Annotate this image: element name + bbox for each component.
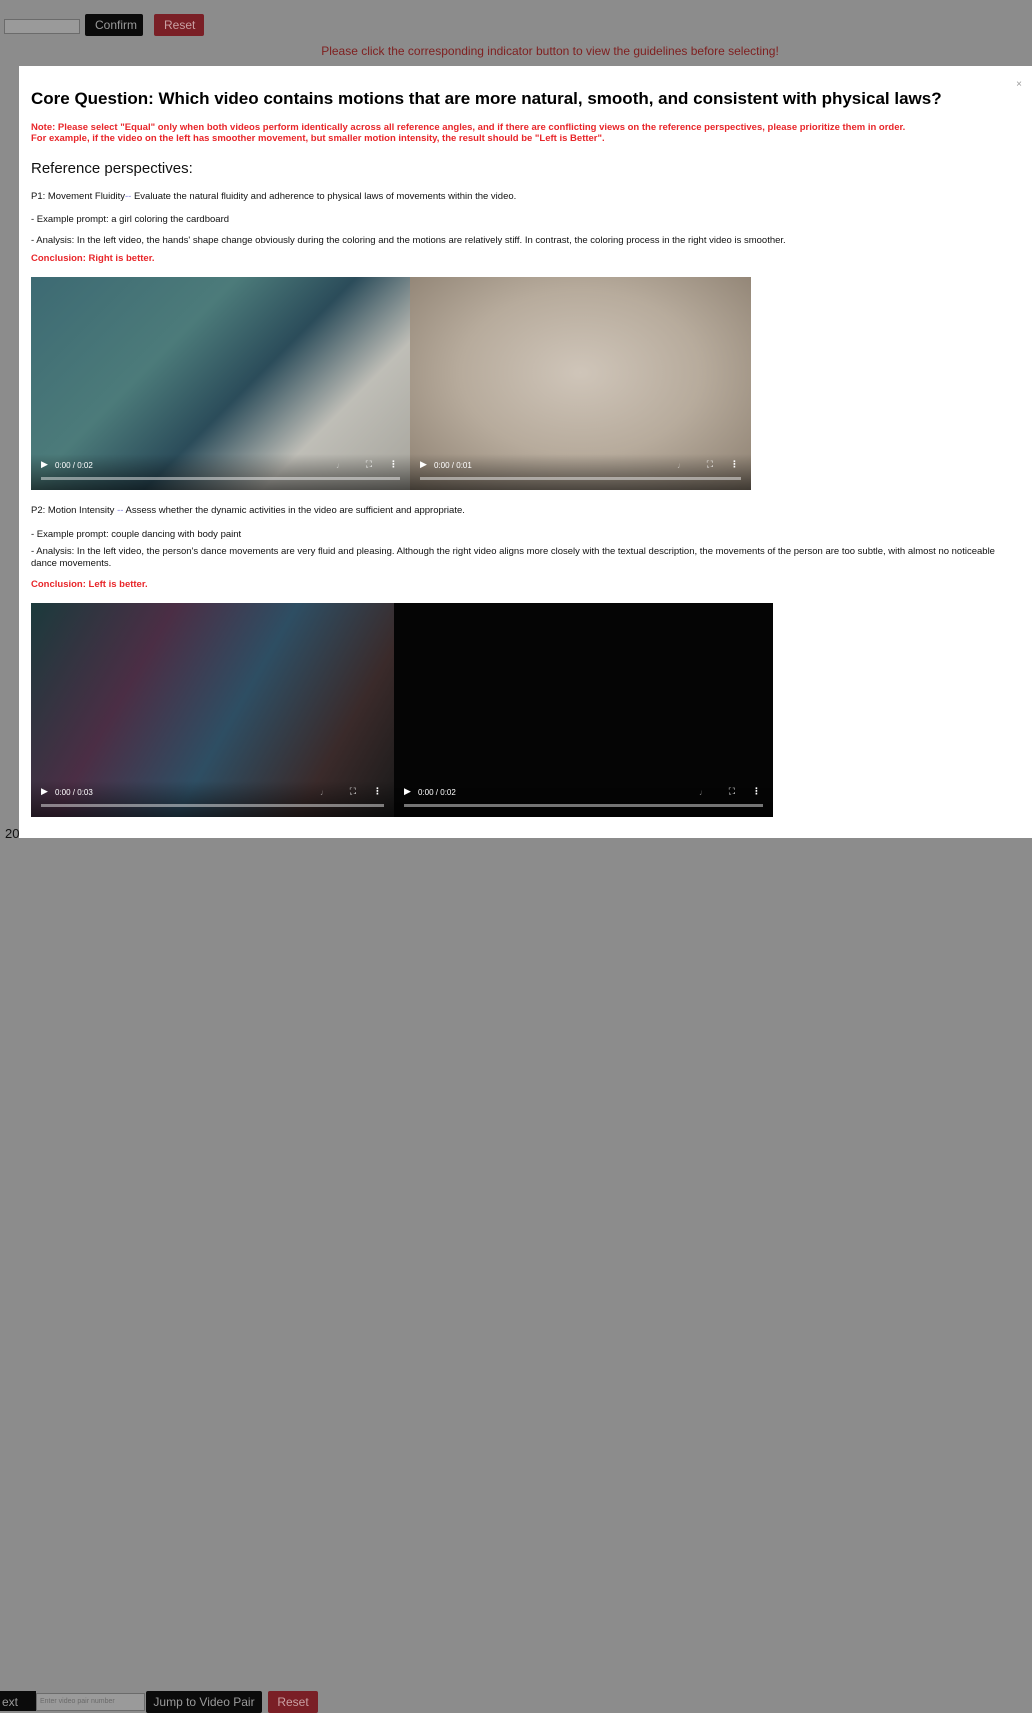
more-options-icon[interactable]: ⋮ <box>373 786 382 797</box>
p1-name: P1: Movement Fluidity <box>31 191 125 202</box>
note-line-2: For example, if the video on the left ha… <box>31 133 605 144</box>
confirm-button[interactable]: Confirm <box>85 14 143 36</box>
play-icon[interactable]: ▶ <box>420 459 427 470</box>
video-controls: ▶ 0:00 / 0:02 ♩ ⛶ ⋮ <box>31 454 410 490</box>
video-time: 0:00 / 0:02 <box>55 461 93 470</box>
guidelines-modal: × Core Question: Which video contains mo… <box>19 66 1032 838</box>
modal-note: Note: Please select "Equal" only when bo… <box>31 122 905 144</box>
background-toolbar: Confirm Reset Please click the correspon… <box>0 0 1032 65</box>
more-options-icon[interactable]: ⋮ <box>389 459 398 470</box>
reference-heading: Reference perspectives: <box>31 160 193 177</box>
fullscreen-icon[interactable]: ⛶ <box>366 459 372 470</box>
play-icon[interactable]: ▶ <box>404 786 411 797</box>
close-icon[interactable]: × <box>1016 79 1022 90</box>
p2-analysis: - Analysis: In the left video, the perso… <box>31 546 995 569</box>
video-time: 0:00 / 0:01 <box>434 461 472 470</box>
note-line-1: Note: Please select "Equal" only when bo… <box>31 122 906 133</box>
p2-prompt: - Example prompt: couple dancing with bo… <box>31 529 242 540</box>
more-options-icon[interactable]: ⋮ <box>752 786 761 797</box>
play-icon[interactable]: ▶ <box>41 786 48 797</box>
fullscreen-icon[interactable]: ⛶ <box>707 459 713 470</box>
video-progress-bar[interactable] <box>404 804 763 807</box>
next-button[interactable]: ext <box>0 1691 36 1711</box>
video-time: 0:00 / 0:03 <box>55 788 93 797</box>
video-progress-bar[interactable] <box>41 804 384 807</box>
video-progress-bar[interactable] <box>41 477 400 480</box>
p1-desc: Evaluate the natural fluidity and adhere… <box>131 191 517 202</box>
volume-icon[interactable]: ♩ <box>320 788 328 797</box>
volume-icon[interactable]: ♩ <box>677 461 685 470</box>
modal-title: Core Question: Which video contains moti… <box>31 89 942 108</box>
p2-left-video[interactable]: ▶ 0:00 / 0:03 ♩ ⛶ ⋮ <box>31 603 394 817</box>
p1-conclusion: Conclusion: Right is better. <box>31 253 155 264</box>
play-icon[interactable]: ▶ <box>41 459 48 470</box>
more-options-icon[interactable]: ⋮ <box>730 459 739 470</box>
p1-prompt: - Example prompt: a girl coloring the ca… <box>31 214 230 225</box>
video-controls: ▶ 0:00 / 0:03 ♩ ⛶ ⋮ <box>31 781 394 817</box>
reset-button-bottom[interactable]: Reset <box>268 1691 318 1713</box>
p2-conclusion: Conclusion: Left is better. <box>31 579 148 590</box>
p1-title: P1: Movement Fluidity-- Evaluate the nat… <box>31 191 516 203</box>
video-controls: ▶ 0:00 / 0:01 ♩ ⛶ ⋮ <box>410 454 751 490</box>
p1-analysis: - Analysis: In the left video, the hands… <box>31 235 786 246</box>
p2-right-video[interactable]: ▶ 0:00 / 0:02 ♩ ⛶ ⋮ <box>394 603 773 817</box>
reset-button[interactable]: Reset <box>154 14 204 36</box>
video-progress-bar[interactable] <box>420 477 741 480</box>
p2-name: P2: Motion Intensity <box>31 505 118 516</box>
p1-right-video[interactable]: ▶ 0:00 / 0:01 ♩ ⛶ ⋮ <box>410 277 751 490</box>
background-bottom-bar: ext Enter video pair number Jump to Vide… <box>0 838 1032 1713</box>
video-controls: ▶ 0:00 / 0:02 ♩ ⛶ ⋮ <box>394 781 773 817</box>
background-input[interactable] <box>4 19 80 34</box>
fullscreen-icon[interactable]: ⛶ <box>350 786 356 797</box>
p2-title: P2: Motion Intensity -- Assess whether t… <box>31 505 465 517</box>
video-time: 0:00 / 0:02 <box>418 788 456 797</box>
volume-icon[interactable]: ♩ <box>336 461 344 470</box>
guideline-note: Please click the corresponding indicator… <box>321 44 779 58</box>
fullscreen-icon[interactable]: ⛶ <box>729 786 735 797</box>
jump-input[interactable]: Enter video pair number <box>36 1693 145 1711</box>
p1-left-video[interactable]: ▶ 0:00 / 0:02 ♩ ⛶ ⋮ <box>31 277 410 490</box>
volume-icon[interactable]: ♩ <box>699 788 707 797</box>
jump-to-video-pair-button[interactable]: Jump to Video Pair <box>146 1691 262 1713</box>
p2-desc: Assess whether the dynamic activities in… <box>123 505 465 516</box>
